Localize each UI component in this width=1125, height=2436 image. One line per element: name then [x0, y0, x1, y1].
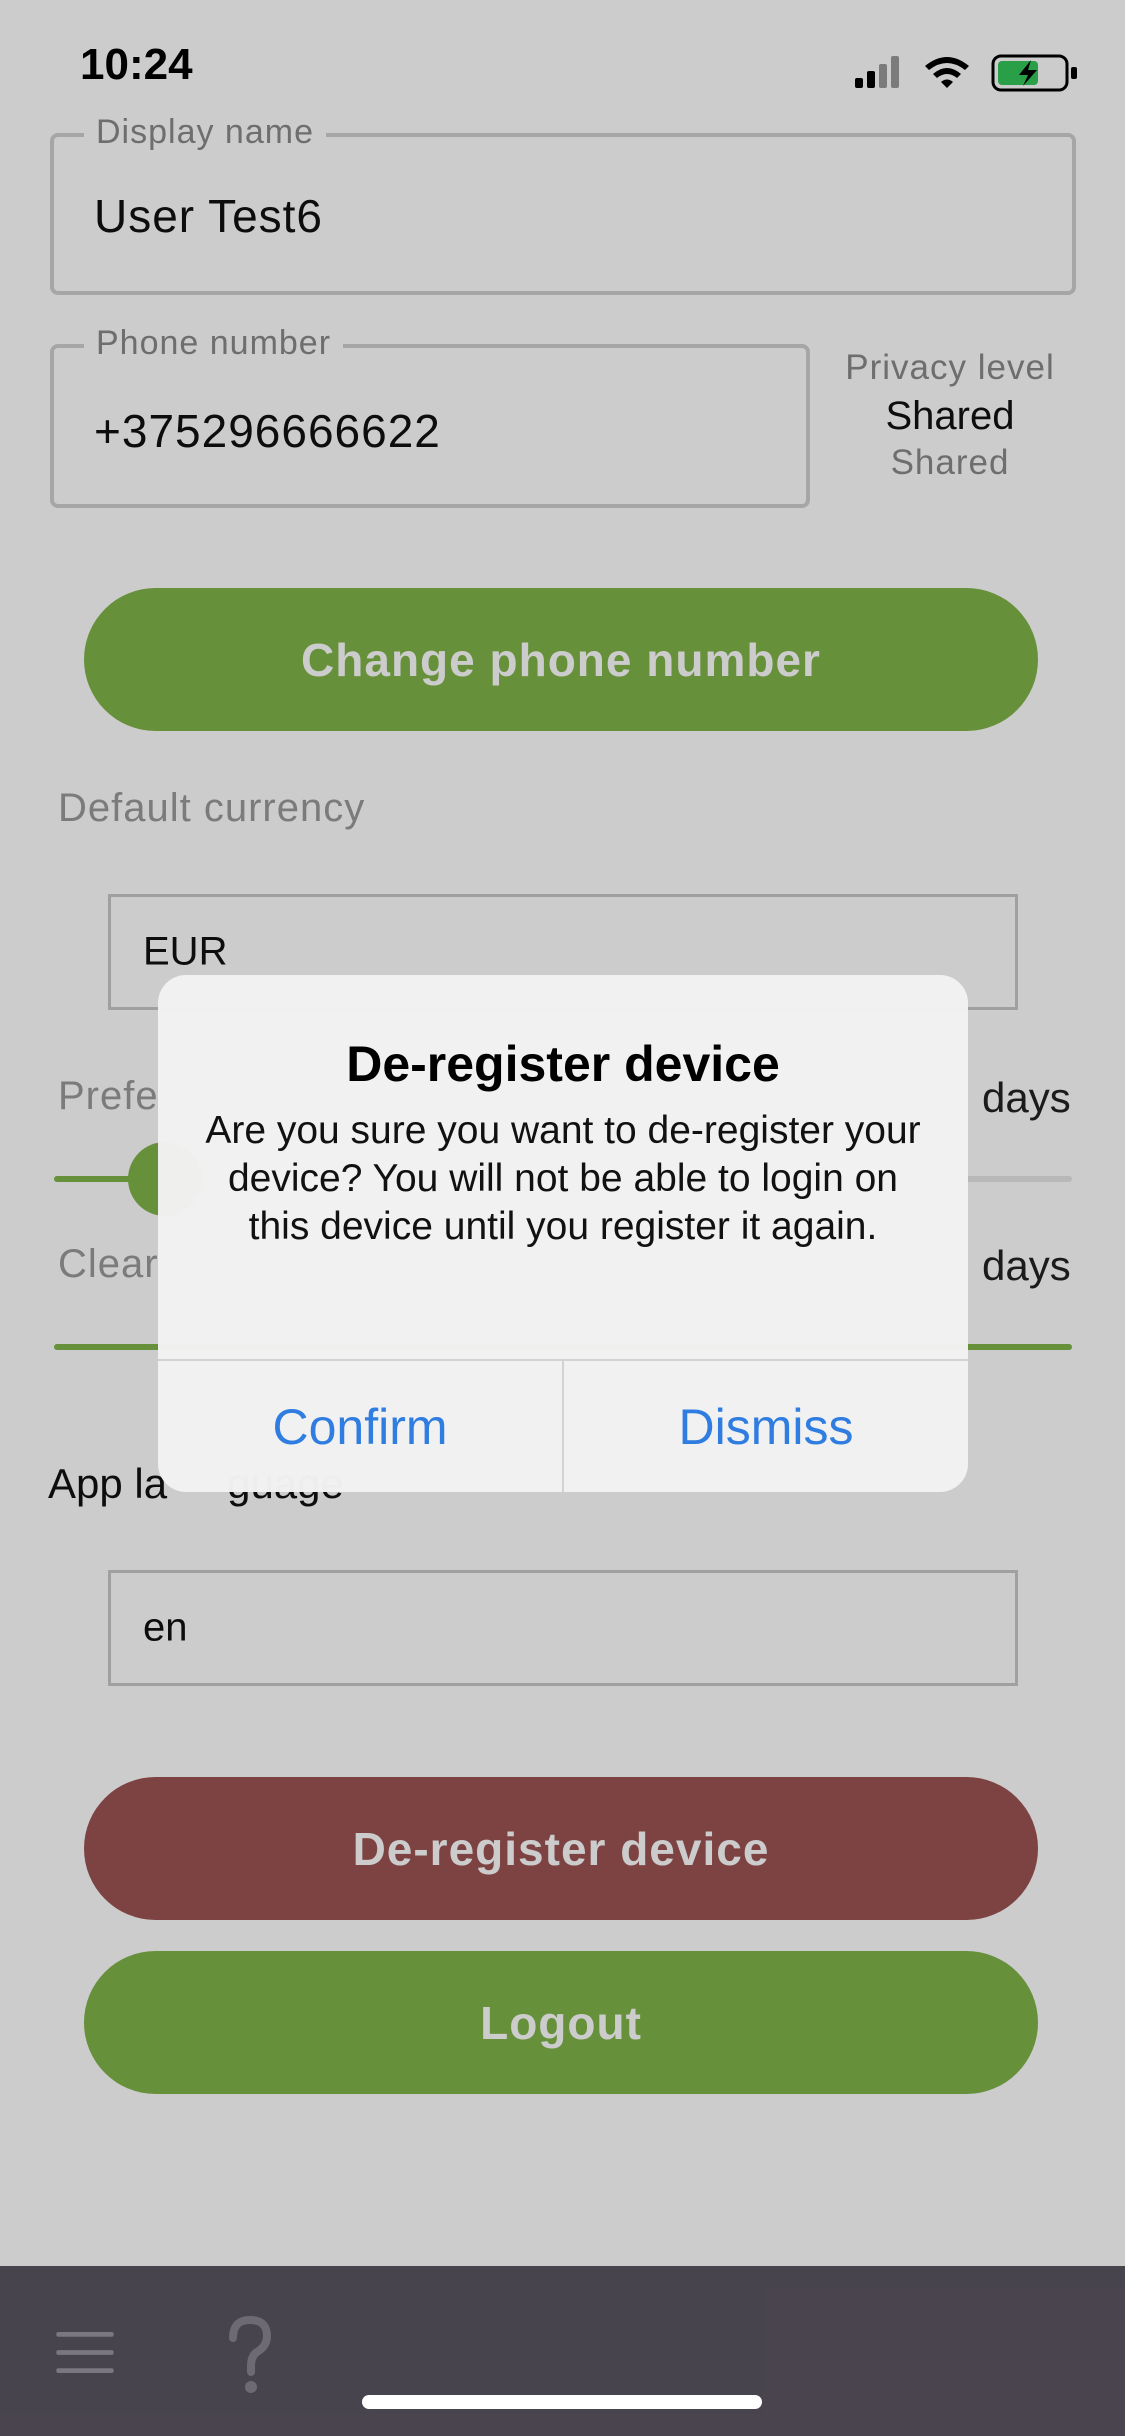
dialog-title: De-register device	[346, 1036, 780, 1092]
home-indicator[interactable]	[362, 2395, 762, 2409]
confirm-button[interactable]: Confirm	[158, 1361, 562, 1492]
dismiss-button[interactable]: Dismiss	[564, 1361, 968, 1492]
deregister-dialog: De-register device Are you sure you want…	[158, 975, 968, 1492]
dialog-message: Are you sure you want to de-register you…	[205, 1109, 921, 1248]
